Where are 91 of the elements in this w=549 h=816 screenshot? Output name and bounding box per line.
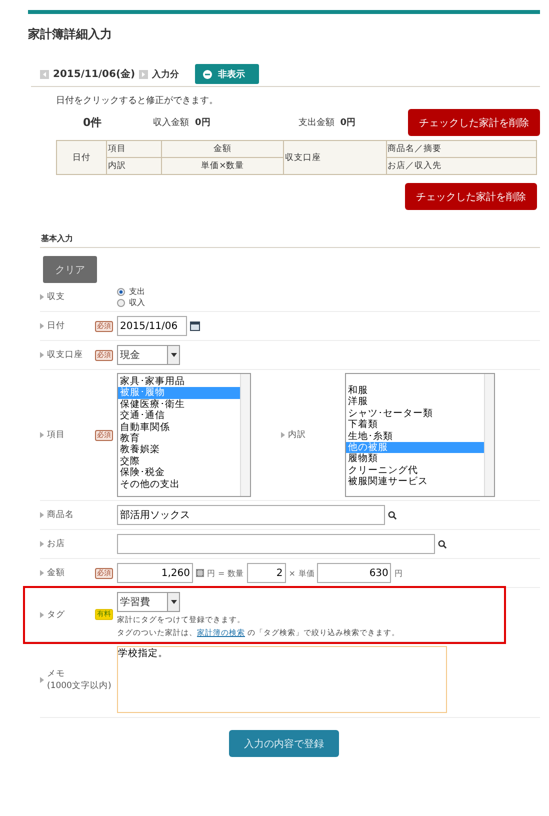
bullet-icon	[40, 676, 44, 682]
field-label: 内訳	[281, 429, 345, 441]
clear-button[interactable]: クリア	[43, 256, 97, 283]
table-header: 内訳	[106, 158, 162, 174]
radio-option[interactable]: 収入	[117, 297, 145, 308]
delete-button[interactable]: チェックした家計を削除	[405, 183, 537, 210]
amount-field[interactable]: 1,260	[117, 563, 193, 583]
list-option[interactable]: 下着類	[346, 419, 484, 431]
list-option[interactable]: 保険･税金	[118, 467, 240, 479]
bullet-icon	[40, 294, 44, 300]
field-label: 日付	[40, 320, 95, 332]
list-option[interactable]: その他の支出	[118, 478, 240, 490]
bullet-icon	[40, 512, 44, 518]
calendar-icon[interactable]	[190, 321, 200, 331]
unit-text: 円	[394, 568, 402, 578]
field-label: 収支口座	[40, 349, 95, 361]
table-header: 収支口座	[283, 140, 386, 174]
scrollbar[interactable]	[240, 374, 250, 496]
list-option[interactable]: 交通･通信	[118, 410, 240, 422]
operator-text: =	[218, 568, 225, 578]
list-option[interactable]: 交際	[118, 456, 240, 468]
section-title: 基本入力	[41, 234, 74, 244]
field-label: 商品名	[40, 509, 74, 521]
search-icon[interactable]	[388, 510, 397, 520]
quantity-label: 数量	[228, 568, 244, 578]
unit-price-label: 単価	[298, 568, 314, 578]
date-suffix: 入力分	[152, 68, 180, 80]
subcategory-listbox[interactable]: 和服 洋服 シャツ･セーター類 下着類 生地･糸類 他の被服 履物類 クリーニング代 被服関連サービス	[345, 373, 495, 497]
unit-price-field[interactable]: 630	[317, 563, 392, 583]
income-value: 0円	[195, 116, 210, 129]
search-icon[interactable]	[438, 540, 447, 548]
list-option[interactable]: 保健医療･衛生	[118, 398, 240, 410]
field-label: メモ (1000文字以内)	[40, 668, 112, 692]
list-option[interactable]: 家具･家事用品	[118, 376, 240, 388]
table-header: 金額	[162, 140, 284, 158]
previous-arrow-icon[interactable]	[40, 70, 49, 78]
bullet-icon	[40, 541, 44, 547]
caret-icon	[170, 353, 176, 357]
field-label: 金額	[40, 567, 95, 579]
list-option[interactable]: 自動車関係	[118, 422, 240, 434]
radio-option[interactable]: 支出	[117, 286, 145, 297]
table-header: お店／収入先	[386, 158, 536, 174]
delete-button[interactable]: チェックした家計を削除	[408, 109, 540, 136]
list-option[interactable]: 被服関連サービス	[346, 476, 484, 488]
memo-field[interactable]: 学校指定。	[117, 646, 447, 713]
text-field[interactable]: 部活用ソックス	[117, 505, 385, 525]
quantity-field[interactable]: 2	[246, 563, 286, 583]
category-listbox[interactable]: 家具･家事用品 被服･履物 保健医療･衛生 交通･通信 自動車関係 教育 教養娯楽 交際 保険･税金 その他の支出	[117, 373, 251, 497]
bullet-icon	[40, 432, 44, 438]
list-option[interactable]: 教養娯楽	[118, 444, 240, 456]
minus-icon	[203, 70, 212, 78]
unit-text: 円	[207, 568, 215, 578]
bullet-icon	[40, 352, 44, 358]
income-label: 収入金額	[153, 116, 189, 129]
table-header: 商品名／摘要	[386, 140, 536, 158]
date-text: 2015/11/06(金)	[53, 68, 136, 81]
list-option[interactable]: 洋服	[346, 396, 484, 408]
list-option[interactable]: クリーニング代	[346, 464, 484, 476]
expense-value: 0円	[340, 116, 356, 129]
list-option[interactable]: 履物類	[346, 453, 484, 465]
dropdown-button[interactable]	[167, 346, 179, 364]
hint-text: 日付をクリックすると修正ができます。	[56, 95, 219, 107]
list-option[interactable]: 教育	[118, 433, 240, 444]
next-arrow-icon[interactable]	[139, 70, 148, 78]
table-header: 項目	[106, 140, 162, 158]
hide-button[interactable]: 非表示	[195, 64, 260, 84]
bullet-icon	[40, 323, 44, 329]
dropdown-button[interactable]	[167, 592, 179, 610]
dropdown[interactable]: 学習費	[117, 592, 180, 612]
bullet-icon	[40, 612, 44, 618]
operator-text: ×	[288, 568, 296, 578]
field-label: 項目	[40, 429, 95, 441]
count-text: 0件	[83, 115, 103, 130]
text-field[interactable]	[117, 534, 435, 554]
submit-button[interactable]: 入力の内容で登録	[229, 730, 339, 757]
bullet-icon	[40, 570, 44, 576]
caret-icon	[170, 600, 176, 604]
list-option[interactable]: 和服	[346, 385, 484, 396]
expense-label: 支出金額	[298, 116, 334, 129]
scrollbar[interactable]	[484, 374, 494, 496]
field-label: 収支	[40, 291, 65, 303]
list-option[interactable]: 生地･糸類	[346, 430, 484, 442]
date-field[interactable]: 2015/11/06	[117, 316, 187, 336]
page-title: 家計簿詳細入力	[28, 26, 113, 42]
field-label: お店	[40, 538, 65, 550]
dropdown[interactable]: 現金	[117, 345, 180, 365]
bullet-icon	[281, 432, 285, 438]
list-option[interactable]: シャツ･セーター類	[346, 408, 484, 420]
field-label: タグ	[40, 608, 95, 620]
table-header: 日付	[56, 140, 106, 174]
calculator-icon[interactable]	[196, 569, 204, 577]
